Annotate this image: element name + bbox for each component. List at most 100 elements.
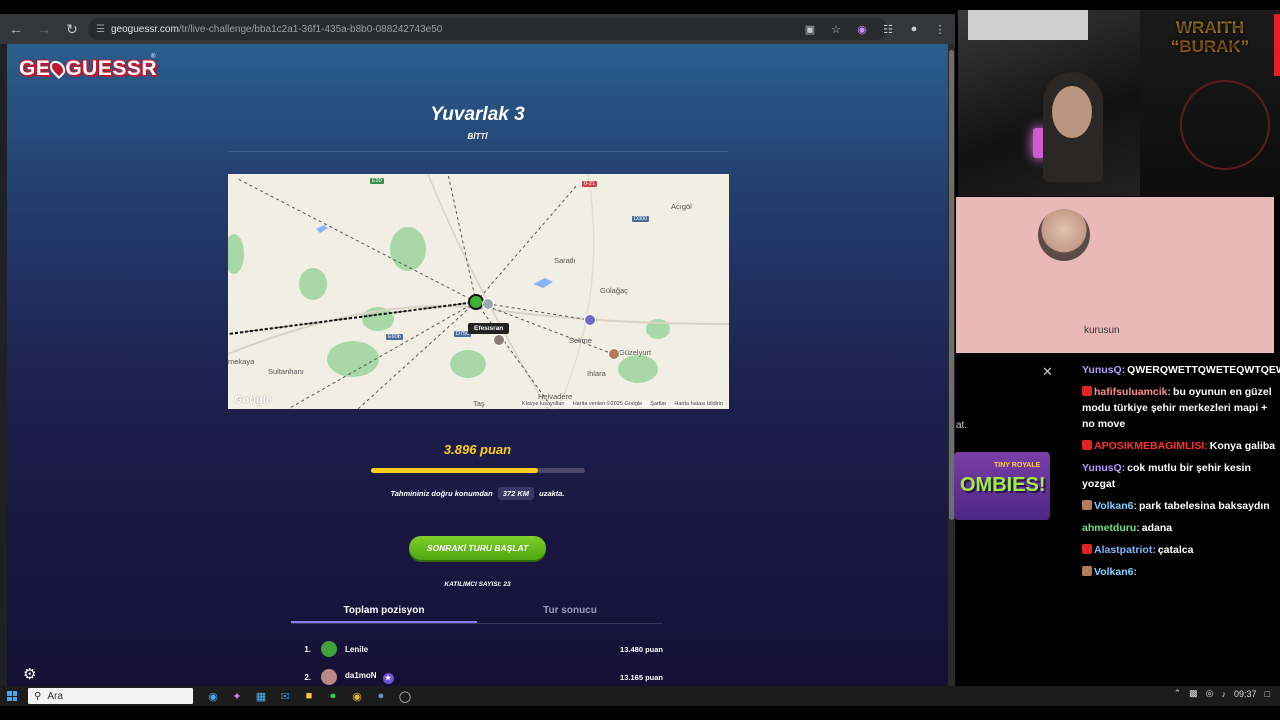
- user-badge-icon: [1082, 566, 1092, 576]
- round-score: 3.896 puan: [443, 442, 512, 457]
- clock[interactable]: 09:37: [1234, 689, 1257, 699]
- chat-username[interactable]: hafifsuluamcik:: [1094, 386, 1171, 398]
- chat-message: YunusQ: cok mutlu bir şehir kesin yozgat: [1082, 460, 1278, 492]
- game-card-logo: OMBIES!: [960, 474, 1046, 496]
- road-label: E90b: [386, 334, 403, 340]
- windows-start-icon[interactable]: [4, 688, 20, 704]
- profile-icon[interactable]: ●: [905, 18, 923, 40]
- chat-username[interactable]: APOSIKMEBAGIMLISI:: [1094, 440, 1208, 452]
- install-app-icon[interactable]: ▣: [801, 18, 819, 40]
- caller-avatar: [1038, 209, 1090, 261]
- copilot-icon[interactable]: ✦: [229, 688, 245, 704]
- forest-area: [327, 341, 379, 377]
- store-icon[interactable]: ▦: [253, 688, 269, 704]
- user-badge-icon: [1082, 386, 1092, 396]
- chat-text: QWERQWETTQWETEQWTQEWWEQT: [1127, 364, 1280, 376]
- map-footer-link[interactable]: Harita hatası bildirin: [674, 401, 723, 407]
- outlook-icon[interactable]: ✉: [277, 688, 293, 704]
- tab-round-result[interactable]: Tur sonucu: [477, 598, 663, 623]
- browser-window: ← → ↻ ☰ geoguessr.com/tr/live-challenge/…: [0, 14, 955, 686]
- forest-area: [390, 227, 426, 271]
- user-badge-icon: [1082, 500, 1092, 510]
- chat-username[interactable]: YunusQ:: [1082, 462, 1125, 474]
- obs-icon[interactable]: ◯: [397, 688, 413, 704]
- lake: [533, 278, 553, 288]
- accent-strip: [1274, 14, 1280, 76]
- avatar: [321, 641, 337, 657]
- close-icon[interactable]: ✕: [1042, 364, 1053, 380]
- bookmark-star-icon[interactable]: ☆: [827, 18, 845, 40]
- taskbar-search[interactable]: ⚲ Ara: [28, 688, 193, 704]
- player-marker[interactable]: [584, 314, 596, 326]
- chat-username[interactable]: ahmetduru:: [1082, 522, 1140, 534]
- score-progress-bar: [371, 468, 585, 473]
- chat-message: YunusQ:QWERQWETTQWETEQWTQEWWEQT: [1082, 362, 1280, 378]
- leaderboard-rank: 1.: [304, 644, 311, 654]
- forward-icon[interactable]: →: [32, 17, 56, 41]
- chat-username[interactable]: Volkan6:: [1094, 500, 1137, 512]
- address-bar: ← → ↻ ☰ geoguessr.com/tr/live-challenge/…: [0, 14, 955, 44]
- result-map[interactable]: E90 0-21 D300 D750 E90b Acıgöl Saratlı G…: [228, 174, 729, 409]
- place-label: Saratlı: [554, 256, 576, 265]
- geoguessr-logo[interactable]: GE GUESSR: [19, 57, 157, 81]
- place-label: Acıgöl: [671, 202, 692, 211]
- chat-text: Konya galiba: [1209, 440, 1276, 452]
- chat-username[interactable]: YunusQ:: [1082, 364, 1125, 376]
- chat-username[interactable]: Alastpatriot:: [1094, 544, 1156, 556]
- truncated-text: at.: [956, 420, 968, 431]
- player-marker[interactable]: [482, 298, 494, 310]
- network-icon[interactable]: ▩: [1189, 688, 1198, 699]
- next-round-button[interactable]: SONRAKİ TURU BAŞLAT: [409, 536, 546, 560]
- extension-icon[interactable]: ◉: [853, 18, 871, 40]
- back-icon[interactable]: ←: [4, 17, 28, 41]
- extensions-puzzle-icon[interactable]: ☷: [879, 18, 897, 40]
- distance-value: 372 KM: [497, 487, 535, 500]
- file-explorer-icon[interactable]: ■: [301, 688, 317, 704]
- discord-icon[interactable]: ●: [373, 688, 389, 704]
- place-label: Taş: [473, 399, 485, 408]
- chat-message: APOSIKMEBAGIMLISI: Konya galiba: [1082, 438, 1278, 454]
- game-ad-card[interactable]: TINY ROYALE OMBIES!: [954, 452, 1050, 520]
- chat-username[interactable]: Volkan6:: [1094, 566, 1137, 578]
- map-footer-link[interactable]: Klavye kısayolları: [522, 401, 565, 407]
- road-label: E90: [370, 178, 384, 184]
- settings-gear-icon[interactable]: ⚙: [23, 665, 36, 683]
- map-footer-link[interactable]: Şartlar: [650, 401, 666, 407]
- microphone-icon[interactable]: ◎: [1206, 688, 1214, 699]
- road-line: [427, 174, 549, 409]
- chevron-up-icon[interactable]: ⌃: [1174, 688, 1182, 699]
- url-field[interactable]: ☰ geoguessr.com/tr/live-challenge/bba1c2…: [88, 18, 888, 40]
- notification-icon[interactable]: □: [1265, 689, 1270, 699]
- forest-area: [450, 350, 486, 378]
- map-footer: Klavye kısayolları Harita verileri ©2025…: [519, 401, 725, 407]
- round-status: BİTTİ: [467, 132, 488, 141]
- player-marker[interactable]: [493, 334, 505, 346]
- leaderboard-row[interactable]: 1. Lenile 13.480 puan: [291, 638, 663, 660]
- url-path: /tr/live-challenge/bba1c2a1-36f1-435a-b8…: [178, 23, 443, 35]
- system-tray: ⌃ ▩ ◎ ♪ 09:37 □: [1174, 688, 1270, 699]
- scrollbar-thumb[interactable]: [949, 50, 954, 520]
- streamer-brand: WRAITH “BURAK”: [1160, 18, 1260, 56]
- user-badge-icon: [1082, 440, 1092, 450]
- voice-call-panel: kurusun: [956, 197, 1274, 353]
- menu-kebab-icon[interactable]: ⋮: [931, 18, 949, 40]
- site-info-icon[interactable]: ☰: [96, 24, 105, 35]
- place-label: Gülağaç: [600, 286, 628, 295]
- tab-total-position[interactable]: Toplam pozisyon: [291, 598, 477, 623]
- volume-icon[interactable]: ♪: [1222, 689, 1227, 699]
- spotify-icon[interactable]: ●: [325, 688, 341, 704]
- page-scrollbar[interactable]: [948, 44, 955, 686]
- chrome-icon[interactable]: ◉: [349, 688, 365, 704]
- forest-area: [618, 355, 658, 383]
- pro-badge-icon: ★: [382, 672, 394, 684]
- road-label: 0-21: [582, 181, 598, 187]
- player-marker[interactable]: [608, 348, 620, 360]
- player-name: Lenile: [345, 644, 369, 654]
- chat-message: Alastpatriot: çatalca: [1082, 542, 1278, 558]
- reload-icon[interactable]: ↻: [60, 17, 84, 41]
- google-logo: Google: [234, 394, 272, 406]
- chat-message: Volkan6:: [1082, 564, 1278, 580]
- leaderboard-row[interactable]: 2. da1moN ★ 13.165 puan: [291, 666, 663, 686]
- edge-icon[interactable]: ◉: [205, 688, 221, 704]
- stream-chat: YunusQ:QWERQWETTQWETEQWTQEWWEQThafifsulu…: [1082, 362, 1280, 586]
